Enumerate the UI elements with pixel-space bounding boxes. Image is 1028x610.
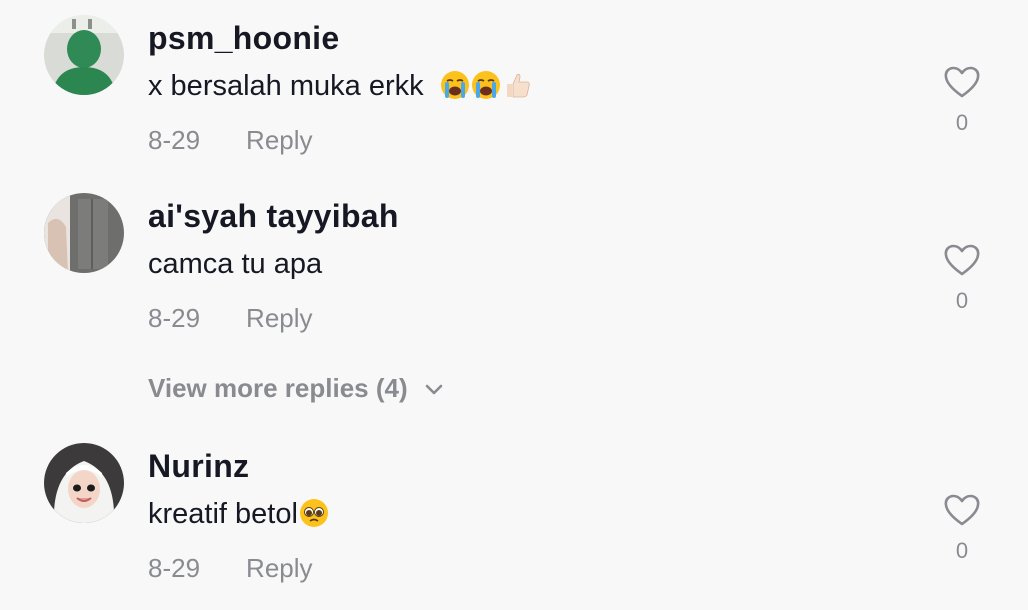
avatar[interactable] xyxy=(44,15,124,95)
comment-text: kreatif betol xyxy=(148,498,329,531)
chevron-down-icon xyxy=(425,384,443,395)
avatar[interactable] xyxy=(44,443,124,523)
comment-username[interactable]: Nurinz xyxy=(148,448,249,485)
comment-text: camca tu apa xyxy=(148,248,323,280)
comment-meta: 8-29 Reply xyxy=(148,125,313,156)
like-count: 0 xyxy=(955,110,969,135)
like-group: 0 xyxy=(938,494,986,564)
comment-date: 8-29 xyxy=(148,553,201,583)
comment-text-content: kreatif betol xyxy=(148,498,298,530)
comment-username[interactable]: ai'syah tayyibah xyxy=(148,198,399,235)
avatar[interactable] xyxy=(44,193,124,273)
comment-text: x bersalah muka erkk xyxy=(148,70,532,103)
heart-icon[interactable] xyxy=(944,66,980,98)
comment-meta: 8-29 Reply xyxy=(148,553,313,584)
reply-button[interactable]: Reply xyxy=(246,553,312,583)
like-group: 0 xyxy=(938,66,986,136)
comment-item: psm_hoonie x bersalah muka erkk 8-29 Rep… xyxy=(0,0,1028,170)
like-count: 0 xyxy=(955,538,969,563)
view-more-replies-button[interactable]: View more replies (4) xyxy=(148,373,443,404)
heart-icon[interactable] xyxy=(944,494,980,526)
comment-date: 8-29 xyxy=(148,125,201,155)
comment-date: 8-29 xyxy=(148,303,201,333)
like-group: 0 xyxy=(938,244,986,314)
loudly-crying-face-icon xyxy=(471,70,501,100)
comment-item: Nurinz kreatif betol 8-29 Reply 0 xyxy=(0,428,1028,598)
reply-button[interactable]: Reply xyxy=(246,303,312,333)
like-count: 0 xyxy=(955,288,969,313)
reply-button[interactable]: Reply xyxy=(246,125,312,155)
pleading-face-icon xyxy=(299,498,329,528)
comment-item: ai'syah tayyibah camca tu apa 8-29 Reply … xyxy=(0,178,1028,348)
comment-text-content: x bersalah muka erkk xyxy=(148,70,424,102)
comment-username[interactable]: psm_hoonie xyxy=(148,20,339,57)
loudly-crying-face-icon xyxy=(440,70,470,100)
heart-icon[interactable] xyxy=(944,244,980,276)
thumbs-up-icon xyxy=(502,70,532,100)
comment-meta: 8-29 Reply xyxy=(148,303,313,334)
view-more-replies-label: View more replies (4) xyxy=(148,373,408,403)
